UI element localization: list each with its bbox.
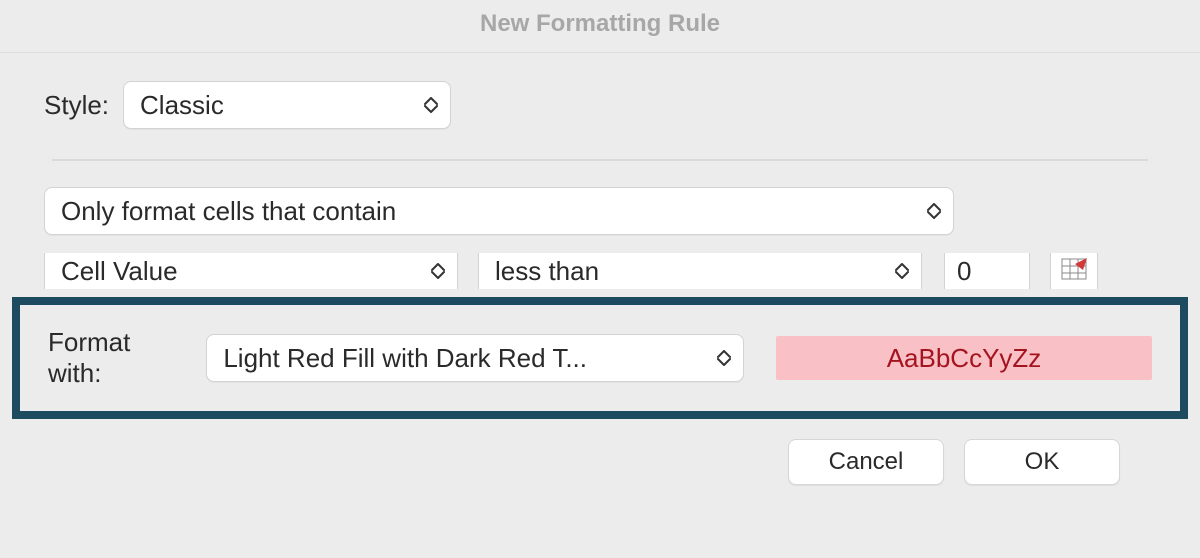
format-preset-select[interactable]: Light Red Fill with Dark Red T... [206, 334, 744, 382]
condition-value-text: 0 [957, 256, 971, 287]
style-select-value: Classic [140, 90, 224, 121]
condition-operator-select[interactable]: less than [478, 253, 922, 289]
ok-button-label: OK [1025, 448, 1060, 476]
condition-subject-select[interactable]: Cell Value [44, 253, 458, 289]
format-with-label: Format with: [48, 327, 190, 389]
format-preview: AaBbCcYyZz [776, 336, 1152, 380]
cancel-button[interactable]: Cancel [788, 439, 944, 485]
cell-reference-icon [1061, 258, 1087, 285]
style-select[interactable]: Classic [123, 81, 451, 129]
style-label: Style: [44, 90, 109, 121]
dialog-title: New Formatting Rule [0, 0, 1200, 53]
condition-value-input[interactable]: 0 [944, 253, 1030, 289]
section-divider [52, 159, 1148, 161]
style-row: Style: Classic [44, 81, 1156, 129]
cancel-button-label: Cancel [829, 448, 904, 476]
rule-type-value: Only format cells that contain [61, 196, 396, 227]
ok-button[interactable]: OK [964, 439, 1120, 485]
updown-caret-icon [424, 97, 438, 113]
updown-caret-icon [431, 263, 445, 279]
dialog-footer: Cancel OK [44, 419, 1156, 485]
cell-reference-button[interactable] [1050, 253, 1098, 289]
format-preset-value: Light Red Fill with Dark Red T... [223, 343, 587, 374]
condition-subject-value: Cell Value [61, 256, 178, 287]
updown-caret-icon [927, 203, 941, 219]
format-with-callout: Format with: Light Red Fill with Dark Re… [12, 297, 1188, 419]
updown-caret-icon [895, 263, 909, 279]
condition-row: Cell Value less than 0 [44, 253, 1156, 289]
rule-type-select[interactable]: Only format cells that contain [44, 187, 954, 235]
condition-operator-value: less than [495, 256, 599, 287]
updown-caret-icon [717, 350, 731, 366]
new-formatting-rule-dialog: New Formatting Rule Style: Classic Only … [0, 0, 1200, 558]
rule-type-row: Only format cells that contain [44, 187, 1156, 235]
dialog-content: Style: Classic Only format cells that co… [0, 53, 1200, 558]
